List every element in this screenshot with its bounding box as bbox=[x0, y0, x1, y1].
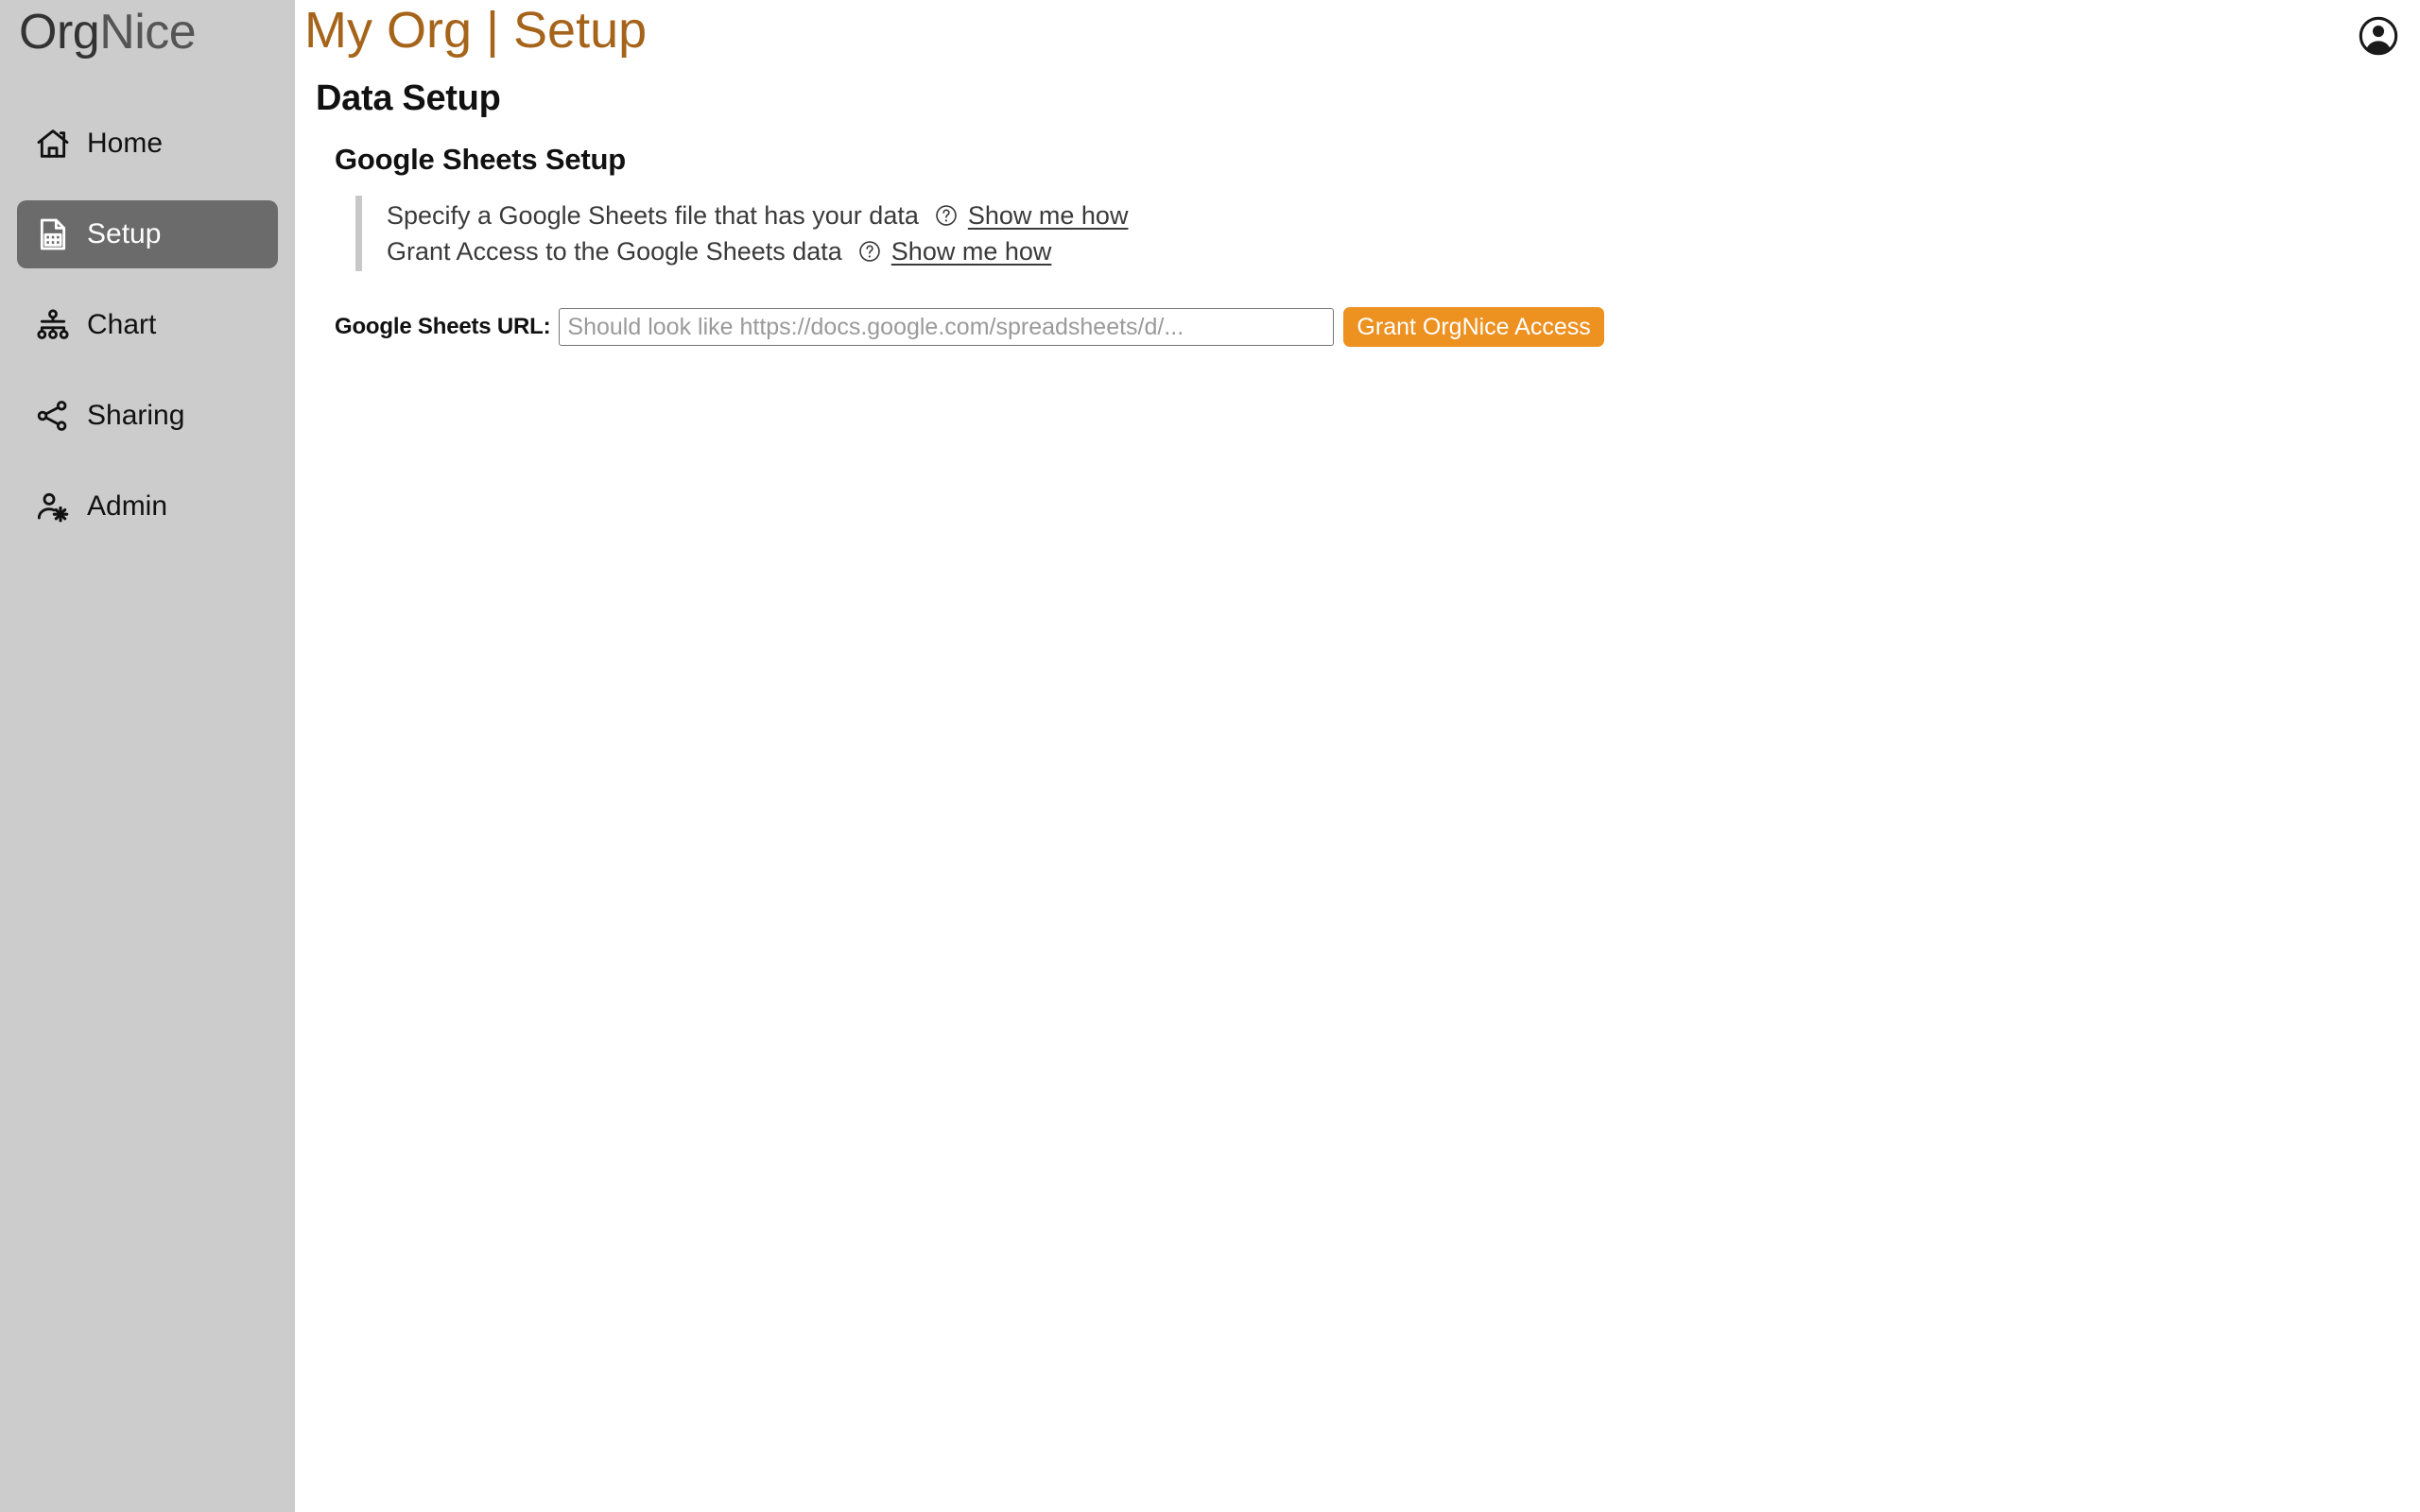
show-me-how-link-grant-access[interactable]: Show me how bbox=[891, 233, 1052, 269]
show-me-how-link-specify-file[interactable]: Show me how bbox=[968, 198, 1129, 233]
app-root: OrgNice Home Setup Chart Sharing Admin M… bbox=[0, 0, 2420, 1512]
setup-content: Data Setup Google Sheets Setup Specify a… bbox=[295, 77, 2420, 348]
sidebar-item-admin[interactable]: Admin bbox=[17, 472, 278, 541]
question-circle-icon[interactable] bbox=[934, 203, 959, 228]
main-content: My Org | Setup Data Setup Google Sheets … bbox=[295, 0, 2420, 1512]
sidebar-item-chart[interactable]: Chart bbox=[17, 291, 278, 359]
sidebar-item-setup[interactable]: Setup bbox=[17, 200, 278, 268]
share-icon bbox=[34, 397, 72, 435]
sidebar-item-home[interactable]: Home bbox=[17, 110, 278, 178]
brand-logo-part-two: Nice bbox=[99, 5, 197, 60]
brand-logo-part-one: Org bbox=[19, 5, 100, 60]
sidebar-item-label-chart: Chart bbox=[87, 309, 157, 340]
instruction-text-specify-file: Specify a Google Sheets file that has yo… bbox=[387, 200, 919, 230]
google-sheets-setup-title: Google Sheets Setup bbox=[335, 142, 626, 176]
question-circle-icon[interactable] bbox=[857, 239, 882, 264]
org-chart-icon bbox=[34, 306, 72, 344]
account-circle-icon[interactable] bbox=[2358, 15, 2399, 57]
instruction-row-grant-access: Grant Access to the Google Sheets data S… bbox=[387, 233, 2420, 269]
instruction-text-grant-access: Grant Access to the Google Sheets data bbox=[387, 237, 842, 266]
sidebar: OrgNice Home Setup Chart Sharing Admin bbox=[0, 0, 295, 1512]
home-icon bbox=[34, 125, 72, 163]
spreadsheet-icon bbox=[34, 215, 72, 253]
google-sheets-url-input[interactable] bbox=[559, 308, 1335, 347]
sidebar-item-label-sharing: Sharing bbox=[87, 400, 185, 431]
topbar: My Org | Setup bbox=[295, 0, 2420, 72]
sidebar-nav: Home Setup Chart Sharing Admin bbox=[0, 110, 295, 541]
sidebar-item-sharing[interactable]: Sharing bbox=[17, 382, 278, 450]
instruction-row-specify-file: Specify a Google Sheets file that has yo… bbox=[387, 198, 2420, 233]
grant-orgnice-access-button[interactable]: Grant OrgNice Access bbox=[1343, 307, 1604, 348]
sidebar-item-label-admin: Admin bbox=[87, 490, 168, 522]
google-sheets-url-row: Google Sheets URL: Grant OrgNice Access bbox=[335, 307, 2420, 348]
sidebar-item-label-setup: Setup bbox=[87, 218, 162, 249]
brand-logo[interactable]: OrgNice bbox=[0, 0, 295, 57]
page-section-title: Data Setup bbox=[316, 78, 501, 118]
page-title: My Org | Setup bbox=[304, 2, 648, 59]
sidebar-item-label-home: Home bbox=[87, 128, 164, 159]
person-gear-icon bbox=[34, 488, 72, 525]
google-sheets-url-label: Google Sheets URL: bbox=[335, 314, 551, 340]
instructions-block: Specify a Google Sheets file that has yo… bbox=[355, 195, 2420, 272]
